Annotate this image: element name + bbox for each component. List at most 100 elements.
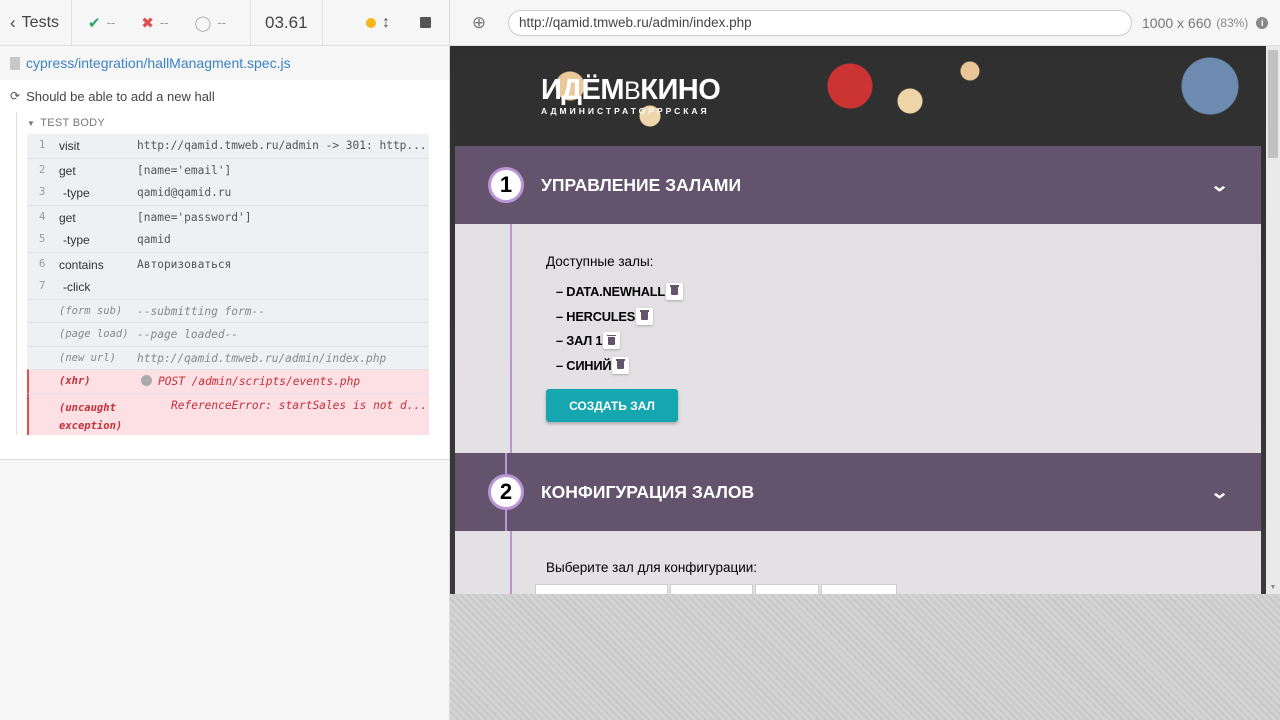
scroll-down-arrow-icon[interactable]: ▼ xyxy=(1268,584,1278,592)
test-body-toggle[interactable]: ▼ TEST BODY xyxy=(27,112,429,134)
command-message: Авторизоваться xyxy=(137,257,232,271)
event-message: --page loaded-- xyxy=(137,328,239,341)
app-iframe: ИДЁМВКИНО АДМИНИСТРАТОРРРСКАЯ 1 УПРАВЛЕН… xyxy=(450,46,1280,594)
passed-count: ✔ -- ✖ -- ◯ -- xyxy=(72,0,251,46)
event-row[interactable]: (new url) http://qamid.tmweb.ru/admin/in… xyxy=(27,345,429,369)
section-hall-config-header[interactable]: 2 КОНФИГУРАЦИЯ ЗАЛОВ ⌄ xyxy=(455,453,1261,531)
trash-icon xyxy=(640,310,650,321)
choose-hall-label: Выберите зал для конфигурации: xyxy=(546,560,758,575)
section-hall-management-header[interactable]: 1 УПРАВЛЕНИЕ ЗАЛАМИ ⌄ xyxy=(455,146,1261,224)
hall-name: – СИНИЙ xyxy=(556,357,612,373)
viewport-scale: (83%) xyxy=(1216,15,1249,30)
hall-item: – DATA.NEWHALL xyxy=(556,279,684,304)
runner-panel: ‹ Tests ✔ -- ✖ -- ◯ -- 03.61 ↕ cypress/i… xyxy=(0,0,450,720)
scrollbar-thumb[interactable] xyxy=(1268,50,1278,158)
hall-selector-tab[interactable] xyxy=(535,584,668,594)
selector-playground-crosshair-icon[interactable]: ⊕ xyxy=(450,13,508,33)
command-row[interactable]: 3 -type qamid@qamid.ru xyxy=(27,181,429,205)
exception-name: (uncaught exception) xyxy=(59,399,137,435)
command-message: http://qamid.tmweb.ru/admin -> 301: http… xyxy=(137,139,427,152)
auto-scroll-toggle[interactable]: ↕ xyxy=(366,14,390,32)
site-logo: ИДЁМВКИНО АДМИНИСТРАТОРРРСКАЯ xyxy=(541,74,721,116)
file-icon xyxy=(10,56,20,70)
app-scrollbar[interactable]: ▼ xyxy=(1266,46,1280,594)
hall-list: – DATA.NEWHALL – HERCULES – ЗАЛ 1 – СИНИ… xyxy=(556,279,684,378)
xhr-pending-dot-icon xyxy=(141,375,152,386)
info-icon[interactable]: i xyxy=(1256,16,1269,29)
hall-name: – DATA.NEWHALL xyxy=(556,283,666,299)
section-title: УПРАВЛЕНИЕ ЗАЛАМИ xyxy=(541,174,742,195)
xhr-name: (xhr) xyxy=(59,375,91,387)
hall-name: – ЗАЛ 1 xyxy=(556,333,603,349)
event-row[interactable]: (page load) --page loaded-- xyxy=(27,322,429,346)
runner-controls: ↕ xyxy=(323,0,449,46)
delete-hall-button[interactable] xyxy=(612,356,630,374)
hall-selector-tab[interactable] xyxy=(755,584,819,594)
vertical-arrows-icon: ↕ xyxy=(382,13,390,31)
chevron-left-icon: ‹ xyxy=(10,12,16,32)
section-title: КОНФИГУРАЦИЯ ЗАЛОВ xyxy=(541,481,755,502)
step-number-1: 1 xyxy=(488,167,524,203)
test-title[interactable]: ⟳ Should be able to add a new hall xyxy=(0,86,449,106)
create-hall-button[interactable]: СОЗДАТЬ ЗАЛ xyxy=(546,389,678,422)
xhr-error-row[interactable]: (xhr) POST /admin/scripts/events.php xyxy=(27,369,429,393)
hall-selector-tab[interactable] xyxy=(670,584,753,594)
exception-name-line1: (uncaught xyxy=(59,401,116,414)
command-number: 4 xyxy=(39,210,46,223)
event-name: (form sub) xyxy=(59,304,123,317)
hall-selector-tab[interactable] xyxy=(821,584,897,594)
command-message: qamid@qamid.ru xyxy=(137,186,232,199)
logo-subtitle: АДМИНИСТРАТОРРРСКАЯ xyxy=(541,106,710,116)
running-refresh-icon: ⟳ xyxy=(10,89,21,103)
command-number: 7 xyxy=(39,280,46,292)
back-to-tests-button[interactable]: ‹ Tests xyxy=(0,0,73,46)
url-field[interactable]: http://qamid.tmweb.ru/admin/index.php xyxy=(508,9,1132,36)
status-dot-icon xyxy=(366,17,376,28)
delete-hall-button[interactable] xyxy=(666,282,684,300)
section-hall-management-body: Доступные залы: – DATA.NEWHALL – HERCULE… xyxy=(455,224,1261,453)
chevron-down-icon[interactable]: ⌄ xyxy=(1210,175,1230,196)
command-message: qamid xyxy=(137,233,171,246)
failed-value: -- xyxy=(159,15,169,30)
command-number: 3 xyxy=(39,186,46,198)
caret-down-icon: ▼ xyxy=(27,118,36,128)
command-row[interactable]: 2 get [name='email'] xyxy=(27,157,429,181)
delete-hall-button[interactable] xyxy=(636,307,654,325)
x-icon: ✖ xyxy=(141,14,154,32)
app-preview: ⊕ http://qamid.tmweb.ru/admin/index.php … xyxy=(450,0,1280,720)
trash-icon xyxy=(670,285,680,296)
command-row[interactable]: 7 -click xyxy=(27,275,429,299)
command-row[interactable]: 6 contains Авторизоваться xyxy=(27,251,429,275)
exception-message: ReferenceError: startSales is not d... xyxy=(171,398,427,412)
command-name: get xyxy=(59,210,76,225)
logo-part1: ИДЁМ xyxy=(541,74,625,106)
delete-hall-button[interactable] xyxy=(603,332,621,350)
hall-name: – HERCULES xyxy=(556,308,636,324)
command-row[interactable]: 5 -type qamid xyxy=(27,228,429,252)
timeline-line xyxy=(510,224,512,453)
hall-item: – HERCULES xyxy=(556,304,683,329)
command-number: 5 xyxy=(39,233,46,245)
pending-spinner-icon: ◯ xyxy=(194,14,212,32)
event-message: --submitting form-- xyxy=(137,304,265,318)
command-message: [name='email'] xyxy=(137,163,232,177)
timeline-line xyxy=(510,531,512,594)
chevron-down-icon[interactable]: ⌄ xyxy=(1210,482,1230,503)
command-name: -type xyxy=(63,186,90,200)
uncaught-exception-row[interactable]: (uncaught exception) ReferenceError: sta… xyxy=(27,392,429,435)
viewport-size: 1000 x 660 xyxy=(1142,14,1212,31)
command-log: ⟳ Should be able to add a new hall ▼ TES… xyxy=(0,80,449,460)
event-row[interactable]: (form sub) --submitting form-- xyxy=(27,298,429,322)
trash-icon xyxy=(607,334,617,345)
exception-name-line2: exception) xyxy=(59,419,123,432)
preview-url-bar: ⊕ http://qamid.tmweb.ru/admin/index.php … xyxy=(450,0,1280,46)
stop-button[interactable] xyxy=(420,17,431,28)
section-hall-config-body: Выберите зал для конфигурации: xyxy=(455,531,1261,594)
xhr-text: POST /admin/scripts/events.php xyxy=(158,375,361,388)
runner-toolbar: ‹ Tests ✔ -- ✖ -- ◯ -- 03.61 ↕ xyxy=(0,0,449,46)
logo-part2: В xyxy=(624,77,641,105)
spec-path-link[interactable]: cypress/integration/hallManagment.spec.j… xyxy=(26,55,291,71)
command-name: contains xyxy=(59,257,104,272)
command-row[interactable]: 1 visit http://qamid.tmweb.ru/admin -> 3… xyxy=(27,134,429,158)
command-row[interactable]: 4 get [name='password'] xyxy=(27,204,429,228)
